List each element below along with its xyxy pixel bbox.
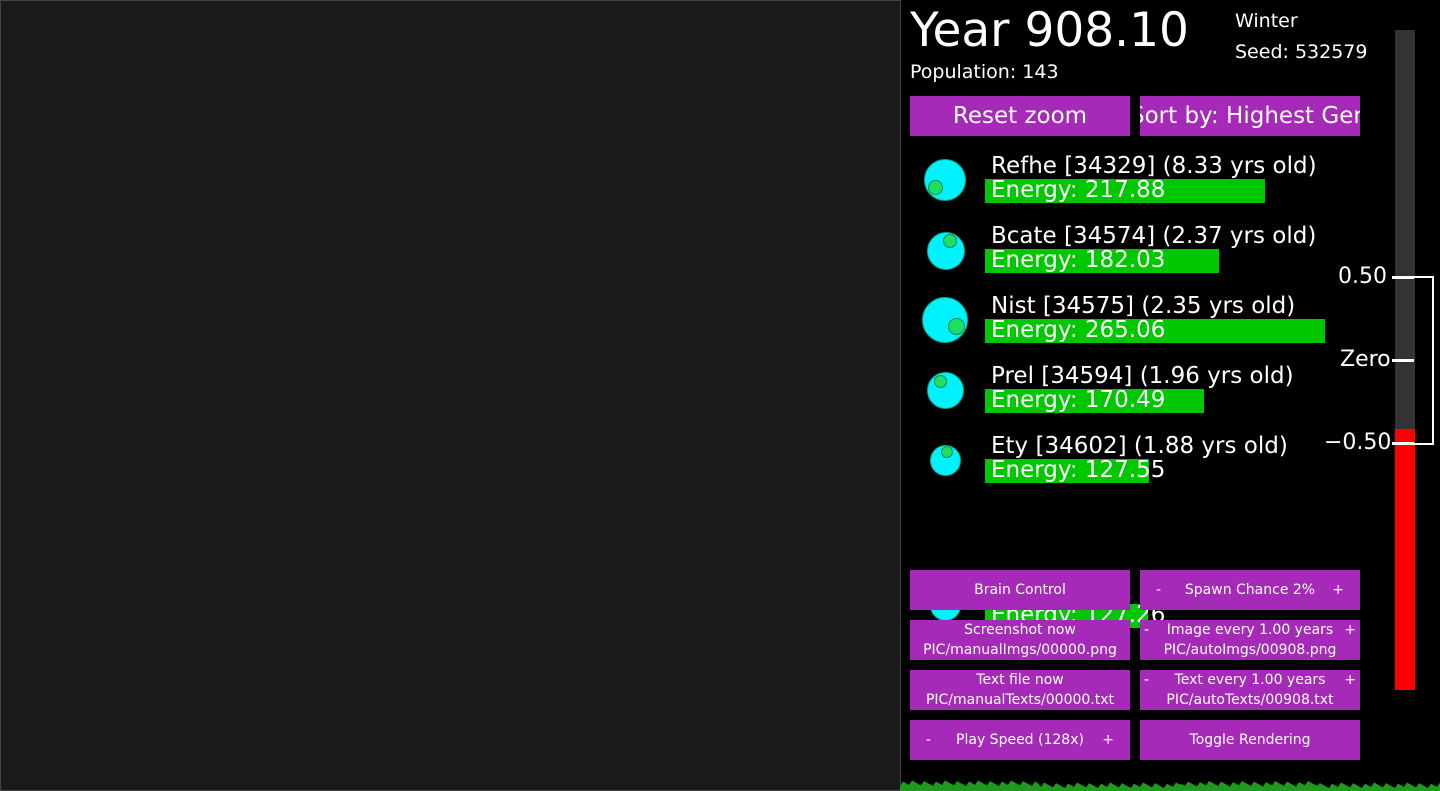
creature-body-icon <box>924 159 966 201</box>
text-file-now-button[interactable]: Text file now PIC/manualTexts/00000.txt <box>910 670 1130 710</box>
creature-row-3[interactable]: Nist [34575] (2.35 yrs old) Energy: 265.… <box>900 293 1440 353</box>
play-speed-control[interactable]: - Play Speed (128x) + <box>910 720 1130 760</box>
brain-control-button[interactable]: Brain Control <box>910 570 1130 610</box>
screenshot-now-button[interactable]: Screenshot now PIC/manualImgs/00000.png <box>910 620 1130 660</box>
text-path: PIC/autoTexts/00908.txt <box>1166 692 1334 708</box>
image-path: PIC/autoImgs/00908.png <box>1163 642 1337 658</box>
population-history-graph <box>900 780 1440 791</box>
creature-energy: Energy: 217.88 <box>991 177 1166 203</box>
population-label: Population: 143 <box>910 61 1059 83</box>
world-viewport[interactable] <box>0 0 901 791</box>
season-label: Winter <box>1235 10 1298 32</box>
creature-row-4[interactable]: Prel [34594] (1.96 yrs old) Energy: 170.… <box>900 363 1440 423</box>
creature-mouth-icon <box>943 234 957 248</box>
creature-name: Bcate [34574] (2.37 yrs old) <box>991 223 1317 249</box>
creature-name: Nist [34575] (2.35 yrs old) <box>991 293 1296 319</box>
spawn-chance-control[interactable]: - Spawn Chance 2% + <box>1140 570 1360 610</box>
text-every-decrease-button[interactable]: - <box>1144 670 1149 690</box>
spawn-chance-label: Spawn Chance 2% <box>1184 582 1316 598</box>
creature-row-1[interactable]: Refhe [34329] (8.33 yrs old) Energy: 217… <box>900 153 1440 213</box>
creature-name: Prel [34594] (1.96 yrs old) <box>991 363 1294 389</box>
text-every-increase-button[interactable]: + <box>1344 670 1356 690</box>
meter-label-zero: Zero <box>1340 347 1391 372</box>
temperature-meter-fill <box>1395 429 1415 690</box>
creature-mouth-icon <box>948 318 965 335</box>
play-speed-increase-button[interactable]: + <box>1102 720 1114 760</box>
creature-mouth-icon <box>928 180 943 195</box>
image-every-control[interactable]: - Image every 1.00 years + PIC/autoImgs/… <box>1140 620 1360 660</box>
seed-label: Seed: 532579 <box>1235 41 1368 63</box>
text-file-now-label: Text file now <box>976 672 1064 688</box>
creature-energy: Energy: 265.06 <box>991 317 1166 343</box>
text-file-path: PIC/manualTexts/00000.txt <box>925 692 1115 708</box>
image-every-decrease-button[interactable]: - <box>1144 620 1149 640</box>
creature-name: Ety [34602] (1.88 yrs old) <box>991 433 1288 459</box>
reset-zoom-button[interactable]: Reset zoom <box>910 96 1130 136</box>
meter-label-low: −0.50 <box>1324 430 1392 455</box>
play-speed-decrease-button[interactable]: - <box>926 720 931 760</box>
sort-by-label: Sort by: Highest Gen <box>1140 103 1360 129</box>
creature-energy: Energy: 127.55 <box>991 457 1166 483</box>
creature-name: Refhe [34329] (8.33 yrs old) <box>991 153 1317 179</box>
spawn-chance-decrease-button[interactable]: - <box>1156 570 1161 610</box>
screenshot-now-label: Screenshot now <box>964 622 1076 638</box>
creature-energy: Energy: 182.03 <box>991 247 1166 273</box>
text-every-label: Text every 1.00 years <box>1174 672 1326 688</box>
image-every-increase-button[interactable]: + <box>1344 620 1356 640</box>
meter-range-bracket <box>1414 276 1434 445</box>
creature-mouth-icon <box>934 375 947 388</box>
toggle-rendering-button[interactable]: Toggle Rendering <box>1140 720 1360 760</box>
screenshot-path: PIC/manualImgs/00000.png <box>923 642 1117 658</box>
meter-tick-low <box>1392 442 1414 445</box>
image-every-label: Image every 1.00 years <box>1166 622 1334 638</box>
meter-tick-zero <box>1392 359 1414 362</box>
play-speed-label: Play Speed (128x) <box>956 732 1084 748</box>
meter-tick-high <box>1392 276 1414 279</box>
text-every-control[interactable]: - Text every 1.00 years + PIC/autoTexts/… <box>1140 670 1360 710</box>
creature-energy: Energy: 170.49 <box>991 387 1166 413</box>
meter-label-high: 0.50 <box>1338 264 1387 289</box>
year-display: Year 908.10 <box>910 3 1189 58</box>
creature-mouth-icon <box>941 446 953 458</box>
sort-by-button[interactable]: Sort by: Highest Gen <box>1140 96 1360 136</box>
spawn-chance-increase-button[interactable]: + <box>1332 570 1344 610</box>
